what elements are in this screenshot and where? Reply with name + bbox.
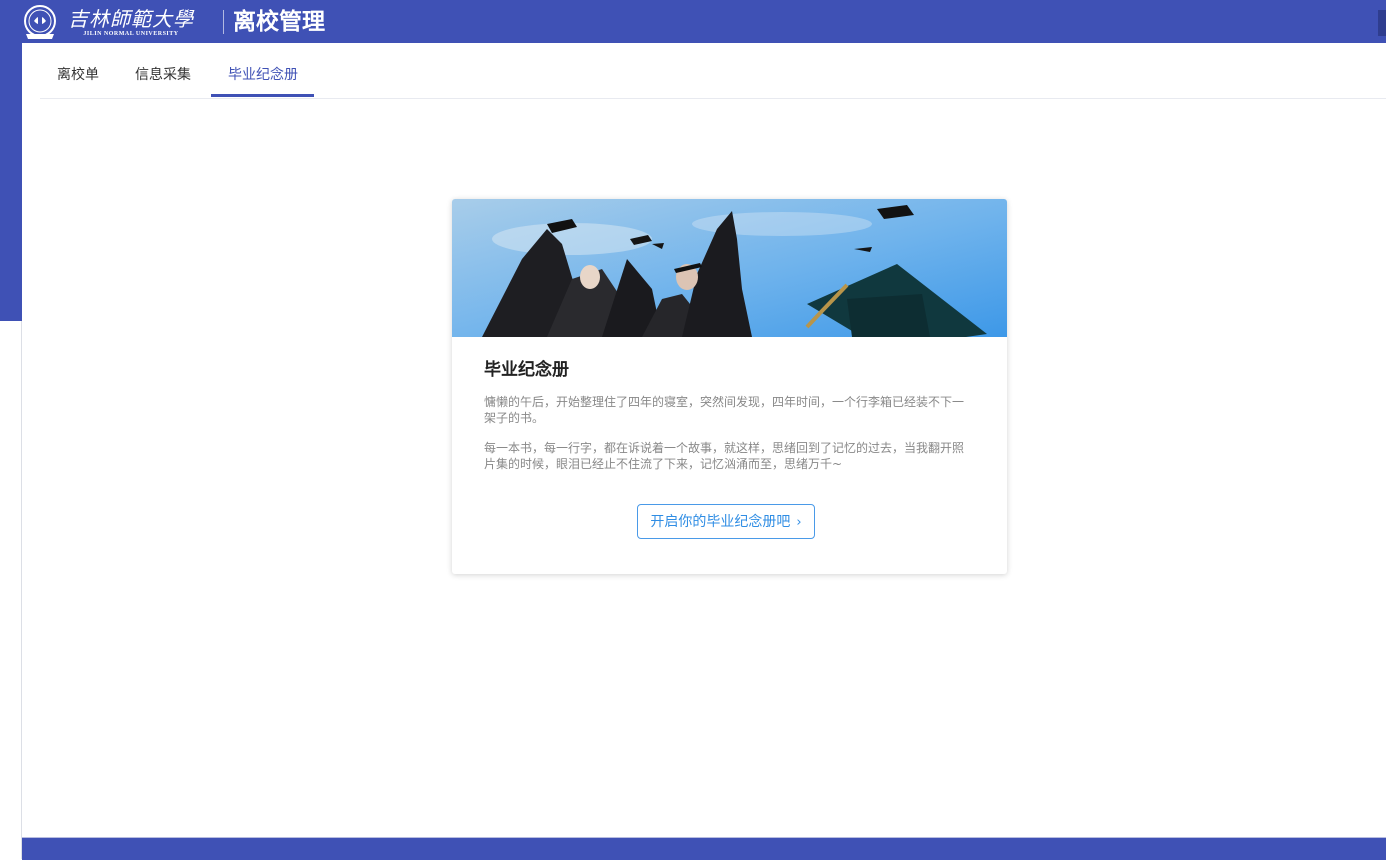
tab-info-collection[interactable]: 信息采集 — [135, 43, 191, 98]
card-paragraph-2: 每一本书，每一行字，都在诉说着一个故事，就这样，思绪回到了记忆的过去，当我翻开照… — [484, 441, 965, 471]
university-logo[interactable]: 吉林師範大學 JILIN NORMAL UNIVERSITY — [22, 3, 194, 41]
tab-bar: 离校单 信息采集 毕业纪念册 — [40, 43, 1386, 99]
app-title: 离校管理 — [233, 9, 325, 35]
chevron-right-icon: › — [796, 515, 802, 530]
logo-english-name: JILIN NORMAL UNIVERSITY — [83, 30, 179, 37]
card-paragraph-1: 慵懒的午后，开始整理住了四年的寝室，突然间发现，四年时间，一个行李箱已经装不下一… — [484, 395, 965, 425]
bottom-footer-bar — [22, 837, 1386, 860]
graduation-banner-image — [452, 199, 1007, 337]
top-header-bar: 吉林師範大學 JILIN NORMAL UNIVERSITY 离校管理 — [0, 0, 1386, 43]
tab-leave-form[interactable]: 离校单 — [57, 43, 99, 98]
yearbook-card: 毕业纪念册 慵懒的午后，开始整理住了四年的寝室，突然间发现，四年时间，一个行李箱… — [452, 199, 1007, 574]
university-emblem-icon — [24, 5, 56, 39]
sidebar-strip — [0, 43, 22, 321]
card-title: 毕业纪念册 — [484, 360, 569, 380]
start-yearbook-button[interactable]: 开启你的毕业纪念册吧 › — [637, 504, 815, 539]
logo-chinese-name: 吉林師範大學 — [68, 6, 194, 31]
active-tab-indicator — [211, 94, 314, 97]
sidebar-border — [21, 321, 22, 859]
start-yearbook-label: 开启你的毕业纪念册吧 — [650, 514, 791, 530]
header-right-edge — [1378, 10, 1386, 36]
header-divider — [223, 10, 224, 34]
tab-yearbook[interactable]: 毕业纪念册 — [228, 43, 298, 98]
